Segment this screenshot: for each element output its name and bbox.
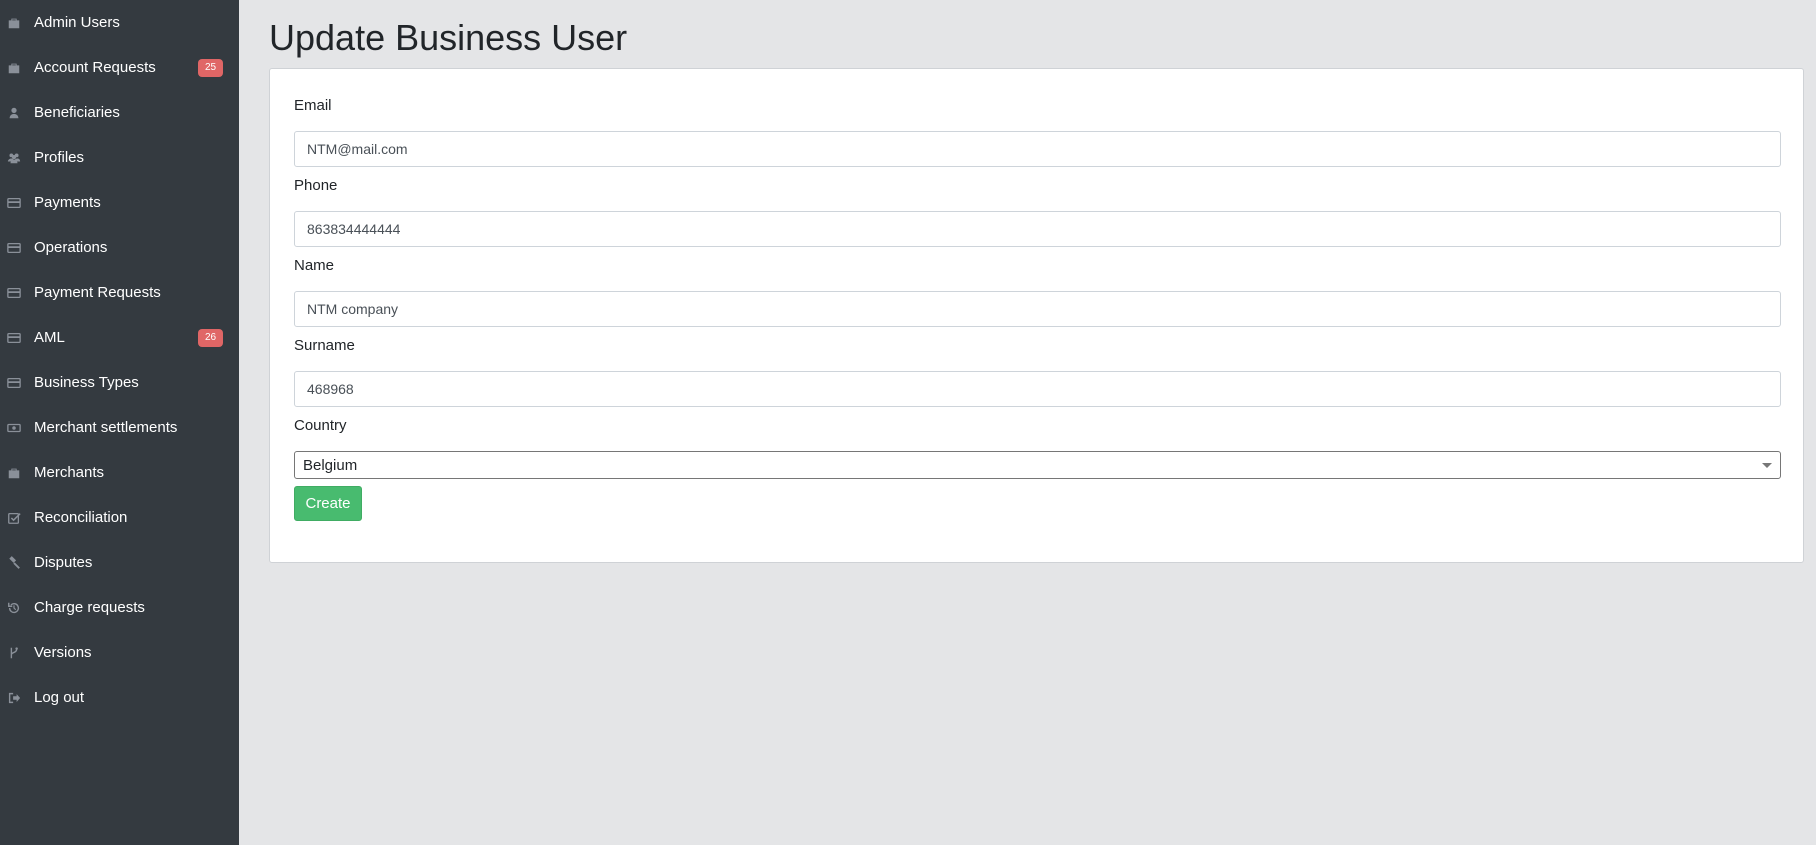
phone-group: Phone <box>294 177 1781 247</box>
sign-out-icon <box>6 690 22 706</box>
create-button[interactable]: Create <box>294 486 362 521</box>
money-bill-icon <box>6 420 22 436</box>
country-select[interactable]: Belgium <box>294 451 1781 479</box>
form-card: Email Phone Name Surname Country Belgium… <box>269 68 1804 563</box>
sidebar-item-label: Merchant settlements <box>34 419 178 436</box>
credit-card-icon <box>6 285 22 301</box>
sidebar-item-label: Disputes <box>34 554 93 571</box>
credit-card-icon <box>6 240 22 256</box>
surname-group: Surname <box>294 337 1781 407</box>
sidebar-item-label: Admin Users <box>34 14 120 31</box>
sidebar-item-label: Charge requests <box>34 599 145 616</box>
count-badge: 26 <box>198 328 223 347</box>
sidebar-item-payment-requests[interactable]: Payment Requests <box>0 270 239 315</box>
sidebar-item-label: Profiles <box>34 149 85 166</box>
sidebar-item-business-types[interactable]: Business Types <box>0 360 239 405</box>
sidebar-item-profiles[interactable]: Profiles <box>0 135 239 180</box>
sidebar-item-label: Reconciliation <box>34 509 128 526</box>
gavel-icon <box>6 555 22 571</box>
sidebar-item-admin-users[interactable]: Admin Users <box>0 0 239 45</box>
sidebar-item-label: Business Types <box>34 374 139 391</box>
sidebar-item-merchants[interactable]: Merchants <box>0 450 239 495</box>
sidebar-item-versions[interactable]: Versions <box>0 630 239 675</box>
sidebar-item-merchant-settlements[interactable]: Merchant settlements <box>0 405 239 450</box>
count-badge: 25 <box>198 58 223 77</box>
sidebar-item-label: Account Requests <box>34 59 156 76</box>
briefcase-icon <box>6 60 22 76</box>
user-icon <box>6 105 22 121</box>
sidebar-item-account-requests[interactable]: Account Requests 25 <box>0 45 239 90</box>
email-label: Email <box>294 97 332 114</box>
country-group: Country Belgium <box>294 417 1781 479</box>
sidebar-item-label: Merchants <box>34 464 105 481</box>
sidebar-item-reconciliation[interactable]: Reconciliation <box>0 495 239 540</box>
sidebar-item-log-out[interactable]: Log out <box>0 675 239 720</box>
name-field[interactable] <box>294 291 1781 327</box>
sidebar-item-label: Payment Requests <box>34 284 161 301</box>
sidebar-item-label: Log out <box>34 689 85 706</box>
surname-label: Surname <box>294 337 355 354</box>
phone-field[interactable] <box>294 211 1781 247</box>
sidebar-item-disputes[interactable]: Disputes <box>0 540 239 585</box>
history-icon <box>6 600 22 616</box>
briefcase-icon <box>6 15 22 31</box>
name-label: Name <box>294 257 335 274</box>
page-title: Update Business User <box>269 17 628 58</box>
sidebar-item-beneficiaries[interactable]: Beneficiaries <box>0 90 239 135</box>
credit-card-icon <box>6 195 22 211</box>
credit-card-icon <box>6 330 22 346</box>
country-label: Country <box>294 417 347 434</box>
sidebar-item-label: AML <box>34 329 65 346</box>
name-group: Name <box>294 257 1781 327</box>
country-selected-value: Belgium <box>303 456 358 474</box>
users-icon <box>6 150 22 166</box>
phone-label: Phone <box>294 177 338 194</box>
sidebar-item-label: Beneficiaries <box>34 104 120 121</box>
code-branch-icon <box>6 645 22 661</box>
check-square-icon <box>6 510 22 526</box>
credit-card-icon <box>6 375 22 391</box>
sidebar-item-operations[interactable]: Operations <box>0 225 239 270</box>
sidebar-item-aml[interactable]: AML 26 <box>0 315 239 360</box>
sidebar-item-label: Operations <box>34 239 108 256</box>
main-content: Update Business User Email Phone Name Su… <box>239 0 1816 845</box>
email-group: Email <box>294 97 1781 167</box>
sidebar-item-payments[interactable]: Payments <box>0 180 239 225</box>
surname-field[interactable] <box>294 371 1781 407</box>
chevron-down-icon <box>1762 462 1772 468</box>
briefcase-icon <box>6 465 22 481</box>
sidebar: Admin Users Account Requests 25 Benefici… <box>0 0 239 845</box>
sidebar-item-label: Versions <box>34 644 92 661</box>
sidebar-item-charge-requests[interactable]: Charge requests <box>0 585 239 630</box>
email-field[interactable] <box>294 131 1781 167</box>
sidebar-item-label: Payments <box>34 194 101 211</box>
